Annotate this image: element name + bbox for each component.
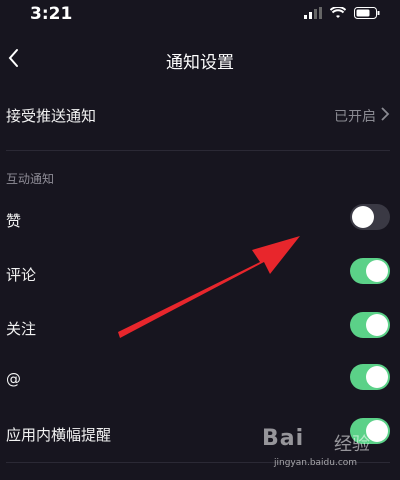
- toggle-row-like: 赞: [0, 200, 400, 240]
- watermark-logo: Bai: [262, 426, 305, 451]
- signal-icon: [304, 7, 322, 19]
- toggle-row-follow: 关注: [0, 308, 400, 348]
- status-time: 3:21: [30, 4, 73, 24]
- like-toggle[interactable]: [350, 204, 390, 230]
- watermark-logo-suffix: 经验: [334, 434, 370, 455]
- status-icons: [304, 7, 380, 19]
- toggle-row-mention: @: [0, 360, 400, 400]
- toggle-knob: [366, 314, 388, 336]
- toggle-knob: [352, 206, 374, 228]
- status-bar: 3:21: [0, 0, 400, 30]
- watermark-url: jingyan.baidu.com: [274, 458, 358, 468]
- push-status-text: 已开启: [334, 109, 376, 125]
- nav-bar: 通知设置: [0, 36, 400, 82]
- page-title: 通知设置: [166, 53, 234, 73]
- toggle-row-comment: 评论: [0, 254, 400, 294]
- follow-toggle[interactable]: [350, 312, 390, 338]
- toggle-knob: [366, 366, 388, 388]
- baidu-watermark: Bai 经验 jingyan.baidu.com: [262, 426, 382, 474]
- wifi-icon: [330, 7, 346, 18]
- mention-toggle[interactable]: [350, 364, 390, 390]
- section-header-interaction: 互动通知: [6, 172, 55, 186]
- chevron-right-icon: [381, 107, 390, 121]
- push-notification-label: 接受推送通知: [6, 107, 97, 125]
- comment-toggle[interactable]: [350, 258, 390, 284]
- toggle-knob: [366, 260, 388, 282]
- toggle-label-follow: 关注: [6, 320, 37, 338]
- toggle-label-comment: 评论: [6, 266, 37, 284]
- battery-icon: [354, 7, 380, 19]
- push-notification-row[interactable]: 接受推送通知 已开启: [0, 92, 400, 138]
- toggle-label-like: 赞: [6, 212, 22, 230]
- toggle-label-banner: 应用内横幅提醒: [6, 426, 112, 444]
- toggle-label-mention: @: [6, 370, 21, 388]
- divider: [6, 150, 390, 151]
